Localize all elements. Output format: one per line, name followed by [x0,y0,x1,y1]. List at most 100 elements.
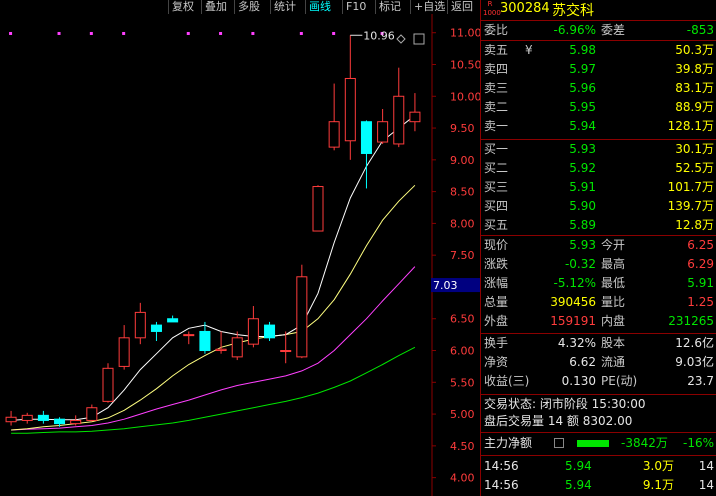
stock-badge: R 1000 [483,0,501,17]
main-flow-row[interactable]: 主力净额 -3842万 -16% [481,435,716,451]
fund-label: 净资 [484,355,509,369]
buy-price: 5.92 [569,161,596,175]
expand-icon[interactable] [554,438,564,448]
quote-value-2: 1.25 [687,295,714,309]
sell-row[interactable]: 卖四 5.97 39.8万 [481,61,716,77]
buy-volume: 12.8万 [675,218,714,232]
sell-row[interactable]: 卖五 ¥5.98 50.3万 [481,42,716,58]
event-mark [89,31,93,35]
buy-row[interactable]: 买四 5.90 139.7万 [481,198,716,214]
event-mark [9,31,13,35]
buy-volume: 101.7万 [667,180,714,194]
sell-price: 5.94 [569,119,596,133]
buy-row[interactable]: 买一 5.93 30.1万 [481,141,716,157]
tick-count: 14 [698,459,714,473]
chart-toolbar: 复权 叠加 多股 统计 画线 F10 标记 +自选 返回 [0,0,480,14]
annotation-text: 10.96 [363,29,395,42]
chart-marks [9,31,384,35]
webi-row: 委比 -6.96% 委差 -853 [481,22,716,38]
sell-volume: 83.1万 [675,81,714,95]
weicha-value: -853 [686,23,714,37]
quote-label-2: 内盘 [601,314,626,328]
candle-body [183,334,195,337]
toolbar-button-stats[interactable]: 统计 [270,0,299,14]
sell-row[interactable]: 卖一 5.94 128.1万 [481,118,716,134]
buy-price: 5.90 [569,199,596,213]
stock-code[interactable]: 300284 [500,1,550,16]
toolbar-button-multi-stock[interactable]: 多股 [234,0,263,14]
candle-body [312,186,324,232]
buy-label: 买一 [484,142,509,156]
stock-name[interactable]: 苏交科 [552,0,594,20]
sell-label: 卖四 [484,62,509,76]
candles [5,35,421,427]
candle-body [150,324,162,332]
toolbar-button-draw-line[interactable]: 画线 [305,0,334,14]
toolbar-button-add-favorite[interactable]: +自选 [410,0,448,14]
quote-value-2: 6.25 [687,238,714,252]
quote-value: -0.32 [564,257,596,271]
sell-volume: 128.1万 [667,119,714,133]
axis-label: 10.00 [450,90,480,103]
fund-row: 换手 4.32% 股本 12.6亿 [481,335,716,351]
buy-volume: 52.5万 [675,161,714,175]
tick-time: 14:56 [484,459,519,473]
axis-label: 10.50 [450,58,480,71]
axis-label: 6.50 [450,313,475,326]
axis-label: 7.50 [450,249,475,262]
tick-price: 5.94 [565,478,592,492]
toolbar-button-mark[interactable]: 标记 [375,0,404,14]
trade-status: 交易状态: 闭市阶段 15:30:00 [484,397,646,411]
candle-body [231,337,243,358]
stock-header: R 1000 300284 苏交科 [481,0,716,21]
fund-row: 净资 6.62 流通 9.03亿 [481,354,716,370]
buy-row[interactable]: 买二 5.92 52.5万 [481,160,716,176]
quote-value: 5.93 [569,238,596,252]
quote-value-2: 6.29 [687,257,714,271]
toolbar-button-f10[interactable]: F10 [342,0,369,14]
buy-label: 买四 [484,199,509,213]
axis-label: 9.00 [450,154,475,167]
axis-label: 5.50 [450,376,475,389]
sell-price: 5.98 [569,43,596,57]
quote-row: 外盘 159191 内盘 231265 [481,313,716,329]
candle-body [134,311,146,339]
buy-volume: 30.1万 [675,142,714,156]
fund-value-2: 23.7 [687,374,714,388]
buy-row[interactable]: 买五 5.89 12.8万 [481,217,716,233]
webi-label: 委比 [484,23,509,37]
main-flow-label: 主力净额 [484,436,533,450]
fund-value: 4.32% [557,336,596,350]
candle-body [21,414,33,421]
quote-value: 390456 [550,295,596,309]
candlestick-chart[interactable]: 11.0010.5010.009.509.008.508.007.507.006… [0,14,480,496]
quote-label-2: 今开 [601,238,626,252]
quote-label: 现价 [484,238,509,252]
toolbar-button-overlay[interactable]: 叠加 [201,0,230,14]
buy-row[interactable]: 买三 5.91 101.7万 [481,179,716,195]
quote-value: 159191 [550,314,596,328]
toolbar-button-fuquan[interactable]: 复权 [168,0,197,14]
sell-volume: 50.3万 [675,43,714,57]
candle-body [360,121,372,154]
sell-marker: ¥ [525,43,533,57]
event-mark [299,31,303,35]
axis-label: 8.50 [450,186,475,199]
tick-price: 5.94 [565,459,592,473]
event-mark [186,31,190,35]
main-flow-pct: -16% [682,436,714,450]
candle-body [280,350,292,353]
toolbar-button-back[interactable]: 返回 [447,0,476,14]
tick-row: 14:56 5.94 3.0万 14 [481,458,716,474]
quote-row: 总量 390456 量比 1.25 [481,294,716,310]
buy-volume: 139.7万 [667,199,714,213]
sell-row[interactable]: 卖二 5.95 88.9万 [481,99,716,115]
candle-body [70,419,82,425]
after-hours-volume: 盘后交易量 14 额 8302.00 [484,414,633,428]
tick-volume: 9.1万 [642,478,674,492]
price-axis: 11.0010.5010.009.509.008.508.007.507.006… [431,14,480,496]
candle-body [54,418,66,425]
tick-time: 14:56 [484,478,519,492]
quote-label-2: 最高 [601,257,626,271]
sell-row[interactable]: 卖三 5.96 83.1万 [481,80,716,96]
